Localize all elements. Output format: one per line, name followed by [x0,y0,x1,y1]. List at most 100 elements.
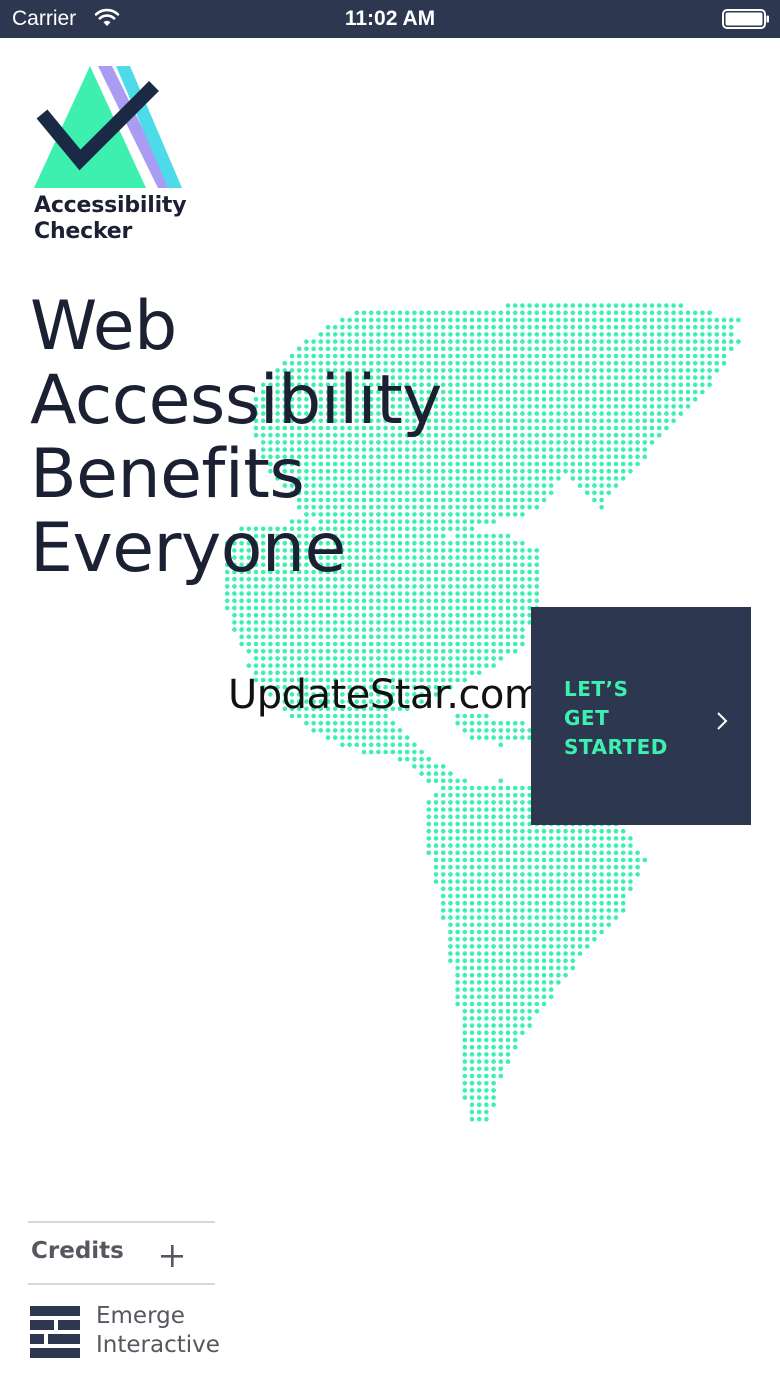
get-started-button[interactable]: LET’S GET STARTED [531,607,751,825]
map-dot [462,454,468,460]
map-dot [577,872,583,877]
map-dot [635,346,640,352]
map-dot [628,447,633,452]
map-dot [318,605,324,611]
map-dot [282,605,288,611]
map-dot [700,310,705,316]
map-dot [642,857,648,863]
map-dot [476,958,482,964]
map-dot [469,1030,475,1036]
map-dot [476,591,482,596]
map-dot [628,836,633,841]
map-dot [455,821,460,827]
map-dot [556,468,561,474]
emerge-interactive-link[interactable]: Emerge Interactive [96,1302,220,1360]
map-dot [469,792,475,798]
map-dot [592,375,597,380]
map-dot [484,447,489,452]
map-dot [484,814,489,820]
map-dot [620,872,626,877]
map-dot [606,310,612,316]
map-dot [556,303,561,308]
map-dot [484,324,489,330]
map-dot [505,576,511,582]
map-dot [469,951,475,956]
map-dot [527,886,532,892]
map-dot [462,382,468,388]
map-dot [628,339,633,344]
map-dot [469,476,475,481]
map-dot [484,800,489,805]
map-dot [440,800,446,805]
map-dot [642,404,648,409]
map-dot [628,324,633,330]
map-dot [433,778,439,784]
map-dot [354,728,360,733]
map-dot [563,382,568,388]
map-dot [476,540,482,546]
map-dot [376,598,381,604]
map-dot [656,303,662,308]
map-dot [606,490,612,496]
map-dot [613,411,619,416]
map-dot [433,814,439,820]
map-dot [620,836,626,841]
map-dot [289,663,295,668]
map-dot [347,612,352,618]
map-dot [620,440,626,445]
map-dot [620,850,626,856]
map-dot [700,317,705,323]
map-dot [628,425,633,431]
map-dot [275,627,280,632]
map-dot [520,728,525,733]
credits-divider-bottom [28,1283,215,1285]
map-dot [592,411,597,416]
map-dot [440,908,446,913]
map-dot [599,864,604,870]
map-dot [548,915,554,920]
map-dot [440,864,446,870]
map-dot [649,346,655,352]
map-dot [318,728,324,733]
map-dot [685,332,691,337]
map-dot [469,548,475,553]
map-dot [455,886,460,892]
map-dot [484,965,489,971]
map-dot [520,346,525,352]
map-dot [512,360,518,366]
map-dot [541,1001,547,1007]
map-dot [563,425,568,431]
map-dot [491,368,496,373]
map-dot [455,346,460,352]
map-dot [505,836,511,841]
map-dot [325,620,331,625]
map-dot [527,418,532,424]
map-dot [570,468,576,474]
credits-toggle[interactable]: Credits [28,1224,215,1282]
map-dot [390,627,396,632]
map-dot [613,879,619,884]
map-dot [678,396,684,402]
map-dot [649,389,655,395]
map-dot [685,375,691,380]
map-dot [404,591,410,596]
map-dot [505,915,511,920]
map-dot [527,879,532,884]
map-dot [448,461,453,467]
map-dot [491,656,496,661]
map-dot [476,310,482,316]
map-dot [649,324,655,330]
map-dot [512,850,518,856]
map-dot [455,872,460,877]
map-dot [635,332,640,337]
map-dot [505,432,511,438]
map-dot [440,620,446,625]
map-dot [462,1059,468,1064]
map-dot [419,648,424,654]
map-dot [246,598,252,604]
map-dot [505,850,511,856]
map-dot [527,922,532,928]
map-dot [505,396,511,402]
map-dot [534,584,540,589]
map-dot [541,497,547,503]
